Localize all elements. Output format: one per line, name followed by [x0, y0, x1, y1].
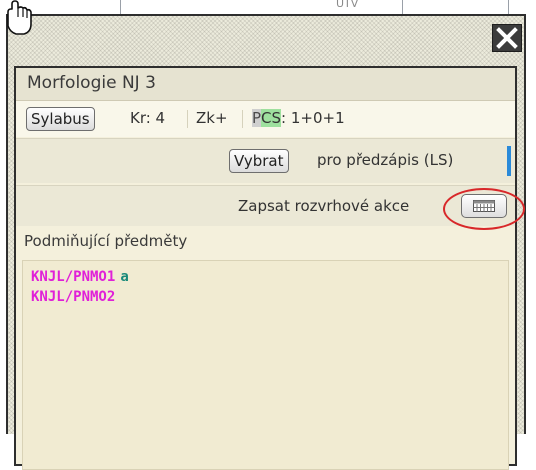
schedule-row: Zapsat rozvrhové akce [16, 185, 515, 226]
course-card: Morfologie NJ 3 Sylabus Kr: 4 Zk+ PCS: 1… [14, 66, 517, 470]
prerequisites-list: KNJL/PNMO1 a KNJL/PNMO2 [22, 260, 509, 470]
pcs-label-p: P [252, 109, 262, 127]
separator [242, 110, 243, 128]
hand-cursor-icon [7, 0, 32, 35]
select-button[interactable]: Vybrat [229, 149, 289, 173]
background-snippet-text: UTV [336, 0, 359, 10]
background-divider [120, 0, 121, 14]
pcs-label-cs: CS [261, 109, 282, 127]
close-icon [496, 27, 518, 49]
course-popup: Morfologie NJ 3 Sylabus Kr: 4 Zk+ PCS: 1… [6, 14, 526, 470]
list-item: KNJL/PNMO2 [31, 286, 115, 305]
prerequisite-code-link[interactable]: KNJL/PNMO2 [31, 289, 115, 305]
course-info-row: Sylabus Kr: 4 Zk+ PCS: 1+0+1 [16, 101, 515, 137]
separator [187, 110, 188, 128]
background-divider [402, 0, 403, 14]
pcs-text: PCS: 1+0+1 [252, 109, 345, 127]
prerequisite-code-link[interactable]: KNJL/PNMO1 [31, 269, 115, 285]
preregistration-text: pro předzápis (LS) [317, 151, 454, 169]
highlight-ellipse [443, 188, 525, 230]
prerequisite-conjunction: a [120, 269, 129, 285]
list-item: KNJL/PNMO1 a [31, 266, 129, 285]
exam-type-text: Zk+ [196, 109, 228, 127]
status-accent-bar [507, 146, 511, 176]
close-button[interactable] [492, 24, 522, 52]
course-header: Morfologie NJ 3 [16, 68, 515, 101]
credits-text: Kr: 4 [130, 109, 166, 127]
select-row: Vybrat pro předzápis (LS) [16, 138, 515, 183]
course-title: Morfologie NJ 3 [27, 73, 156, 93]
prerequisites-label: Podmiňující předměty [24, 232, 188, 250]
schedule-text: Zapsat rozvrhové akce [238, 197, 410, 215]
background-divider [508, 0, 509, 14]
pcs-value: : 1+0+1 [281, 109, 345, 127]
syllabus-button[interactable]: Sylabus [26, 107, 95, 131]
